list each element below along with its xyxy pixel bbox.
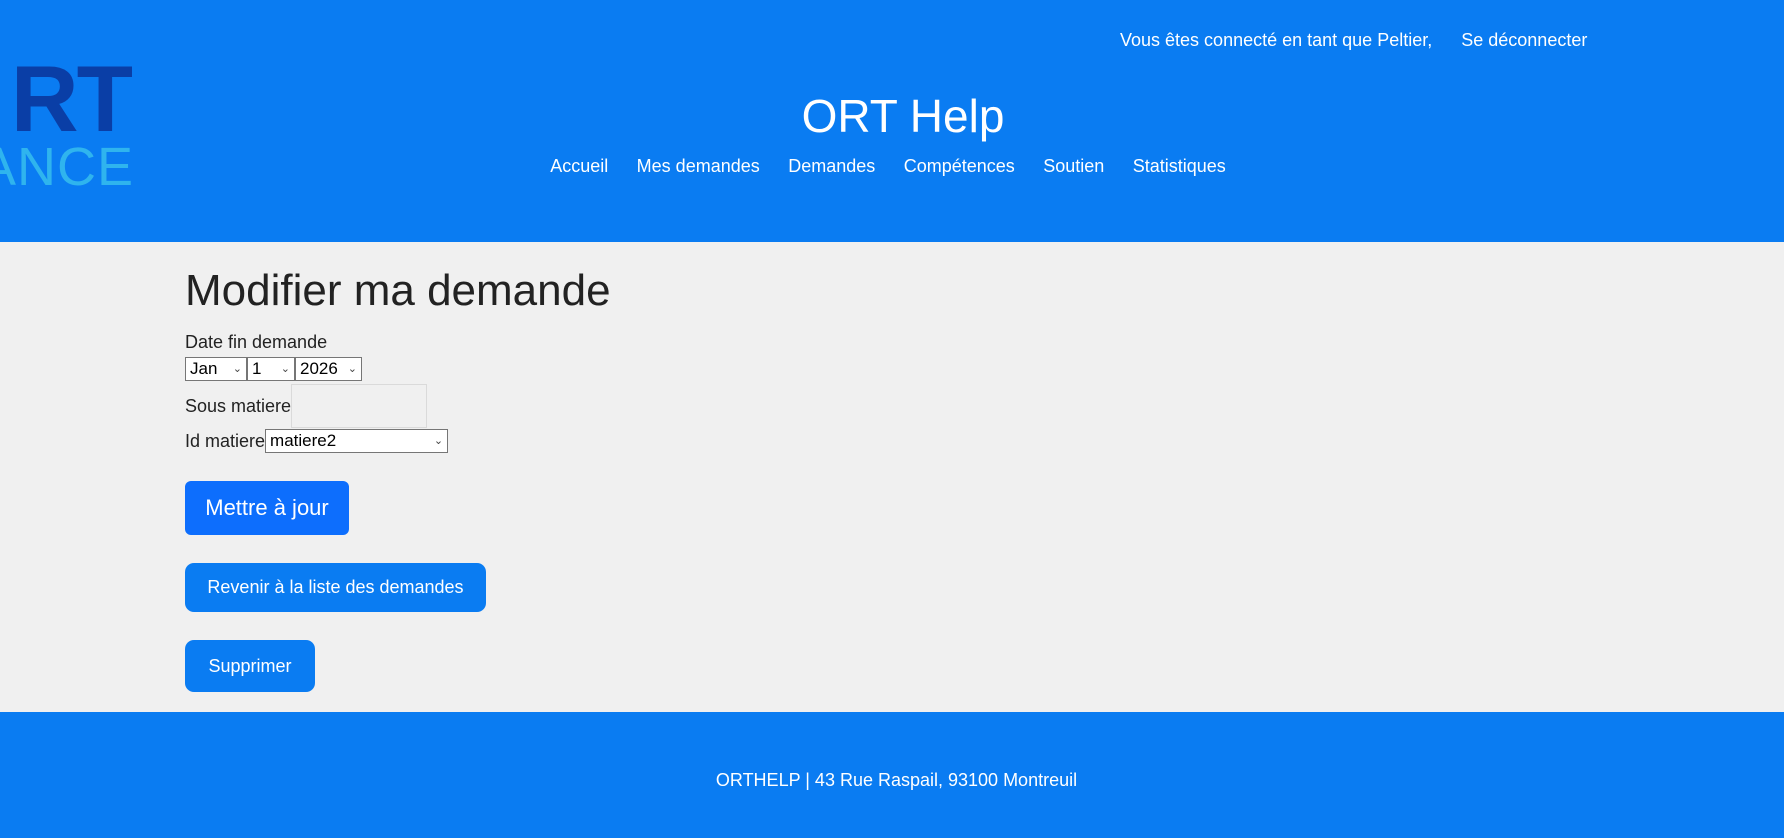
chevron-down-icon: ⌄ bbox=[232, 363, 242, 375]
user-status-bar: Vous êtes connecté en tant que Peltier, … bbox=[1120, 30, 1587, 51]
date-fin-label: Date fin demande bbox=[185, 332, 328, 352]
year-select[interactable]: 2026 ⌄ bbox=[295, 357, 362, 381]
day-select[interactable]: 1 ⌄ bbox=[247, 357, 295, 381]
sous-matiere-input[interactable] bbox=[291, 384, 428, 428]
main-content: Modifier ma demande Date fin demande Jan… bbox=[185, 262, 1585, 692]
id-matiere-select[interactable]: matiere2 ⌄ bbox=[265, 429, 449, 453]
nav-item-statistiques[interactable]: Statistiques bbox=[1133, 156, 1226, 177]
back-to-list-button[interactable]: Revenir à la liste des demandes bbox=[185, 563, 486, 612]
id-matiere-value: matiere2 bbox=[270, 431, 337, 450]
main-nav: Accueil Mes demandes Demandes Compétence… bbox=[0, 156, 1776, 177]
nav-item-soutien[interactable]: Soutien bbox=[1043, 156, 1104, 177]
sous-matiere-row: Sous matiere bbox=[185, 383, 1585, 429]
nav-item-accueil[interactable]: Accueil bbox=[550, 156, 608, 177]
chevron-down-icon: ⌄ bbox=[280, 363, 290, 375]
update-button[interactable]: Mettre à jour bbox=[185, 481, 349, 535]
connected-user-text: Vous êtes connecté en tant que Peltier, bbox=[1120, 30, 1433, 50]
id-matiere-label: Id matiere bbox=[185, 430, 266, 451]
chevron-down-icon: ⌄ bbox=[347, 363, 357, 375]
page-title: Modifier ma demande bbox=[185, 266, 611, 315]
month-select[interactable]: Jan ⌄ bbox=[185, 357, 247, 381]
site-footer: ORTHELP | 43 Rue Raspail, 93100 Montreui… bbox=[0, 712, 1784, 838]
site-title: ORT Help bbox=[801, 90, 1005, 142]
sous-matiere-label: Sous matiere bbox=[185, 395, 292, 416]
nav-item-mes-demandes[interactable]: Mes demandes bbox=[637, 156, 760, 177]
id-matiere-row: Id matiere matiere2 ⌄ bbox=[185, 429, 1585, 453]
month-value: Jan bbox=[190, 359, 218, 378]
footer-address: ORTHELP | 43 Rue Raspail, 93100 Montreui… bbox=[715, 770, 1078, 790]
site-header: RT ANCE Vous êtes connecté en tant que P… bbox=[0, 0, 1784, 242]
nav-item-competences[interactable]: Compétences bbox=[904, 156, 1015, 177]
date-fin-selects: Jan ⌄ 1 ⌄ 2026 ⌄ bbox=[185, 357, 1585, 381]
delete-button[interactable]: Supprimer bbox=[185, 640, 315, 692]
chevron-down-icon: ⌄ bbox=[433, 435, 444, 447]
nav-item-demandes[interactable]: Demandes bbox=[788, 156, 875, 177]
day-value: 1 bbox=[252, 359, 262, 378]
logout-link[interactable]: Se déconnecter bbox=[1461, 30, 1587, 51]
year-value: 2026 bbox=[300, 359, 338, 378]
